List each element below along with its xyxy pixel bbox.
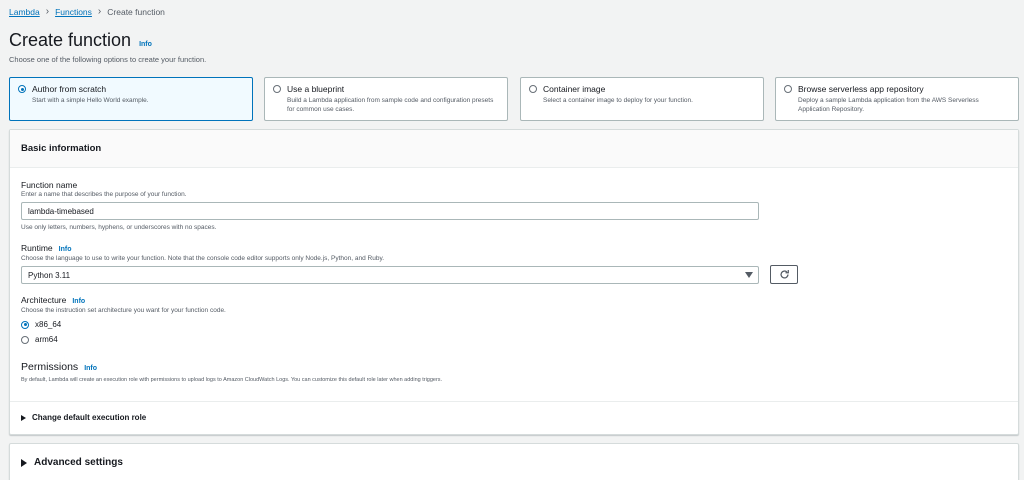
page-title: Create function xyxy=(9,30,132,50)
option-label: Use a blueprint xyxy=(287,84,345,94)
change-default-execution-role-expander[interactable]: Change default execution role xyxy=(10,401,1018,422)
refresh-runtime-button[interactable] xyxy=(770,265,798,284)
option-browse-serverless-app-repository[interactable]: Browse serverless app repository Deploy … xyxy=(775,77,1019,121)
runtime-desc: Choose the language to use to write your… xyxy=(21,255,385,262)
advanced-settings-title: Advanced settings xyxy=(34,457,123,468)
option-label: Author from scratch xyxy=(32,84,107,94)
radio-icon[interactable] xyxy=(784,85,792,93)
breadcrumb-link-lambda[interactable]: Lambda xyxy=(9,7,40,17)
architecture-option-x86-64[interactable]: x86_64 xyxy=(21,320,61,329)
refresh-icon xyxy=(780,270,789,279)
info-link[interactable]: Info xyxy=(139,41,152,48)
chevron-right-icon: › xyxy=(45,6,50,17)
runtime-label: Runtime Info xyxy=(21,243,72,253)
page-header: Create function Info xyxy=(9,30,152,51)
radio-icon[interactable] xyxy=(529,85,537,93)
architecture-label: Architecture Info xyxy=(21,295,86,305)
basic-information-panel: Basic information Function name Enter a … xyxy=(9,129,1019,435)
radio-selected-icon[interactable] xyxy=(21,320,29,329)
advanced-settings-expander[interactable]: Advanced settings xyxy=(9,443,1019,480)
option-label: Browse serverless app repository xyxy=(798,84,924,94)
breadcrumb: Lambda › Functions › Create function xyxy=(9,6,165,17)
runtime-info-link[interactable]: Info xyxy=(59,246,72,253)
caret-down-icon xyxy=(745,272,753,278)
architecture-info-link[interactable]: Info xyxy=(72,298,85,305)
panel-header: Basic information xyxy=(10,130,1018,168)
radio-icon[interactable] xyxy=(21,335,29,344)
function-name-desc: Enter a name that describes the purpose … xyxy=(21,191,187,198)
caret-right-icon xyxy=(21,459,27,467)
option-desc: Start with a simple Hello World example. xyxy=(32,97,149,104)
radio-icon[interactable] xyxy=(273,85,281,93)
chevron-right-icon: › xyxy=(97,6,102,17)
option-desc: Deploy a sample Lambda application from … xyxy=(798,97,979,113)
option-use-a-blueprint[interactable]: Use a blueprint Build a Lambda applicati… xyxy=(264,77,508,121)
option-container-image[interactable]: Container image Select a container image… xyxy=(520,77,764,121)
function-name-label: Function name xyxy=(21,180,78,190)
permissions-info-link[interactable]: Info xyxy=(84,365,97,372)
breadcrumb-link-functions[interactable]: Functions xyxy=(55,7,92,17)
option-author-from-scratch[interactable]: Author from scratch Start with a simple … xyxy=(9,77,253,121)
option-desc: Build a Lambda application from sample c… xyxy=(287,97,494,113)
page-subtitle: Choose one of the following options to c… xyxy=(9,55,207,64)
permissions-label: Permissions Info xyxy=(21,361,98,373)
option-desc: Select a container image to deploy for y… xyxy=(543,97,693,104)
architecture-desc: Choose the instruction set architecture … xyxy=(21,307,226,314)
function-name-constraint: Use only letters, numbers, hyphens, or u… xyxy=(21,224,217,231)
runtime-selected-value: Python 3.11 xyxy=(28,271,71,280)
caret-right-icon xyxy=(21,414,26,421)
radio-selected-icon[interactable] xyxy=(18,85,26,93)
function-name-input[interactable] xyxy=(21,202,759,220)
architecture-option-arm64[interactable]: arm64 xyxy=(21,335,58,344)
option-label: Container image xyxy=(543,84,606,94)
panel-title: Basic information xyxy=(21,143,102,154)
permissions-desc: By default, Lambda will create an execut… xyxy=(21,377,443,383)
breadcrumb-current: Create function xyxy=(107,6,165,17)
runtime-select[interactable]: Python 3.11 xyxy=(21,266,759,284)
